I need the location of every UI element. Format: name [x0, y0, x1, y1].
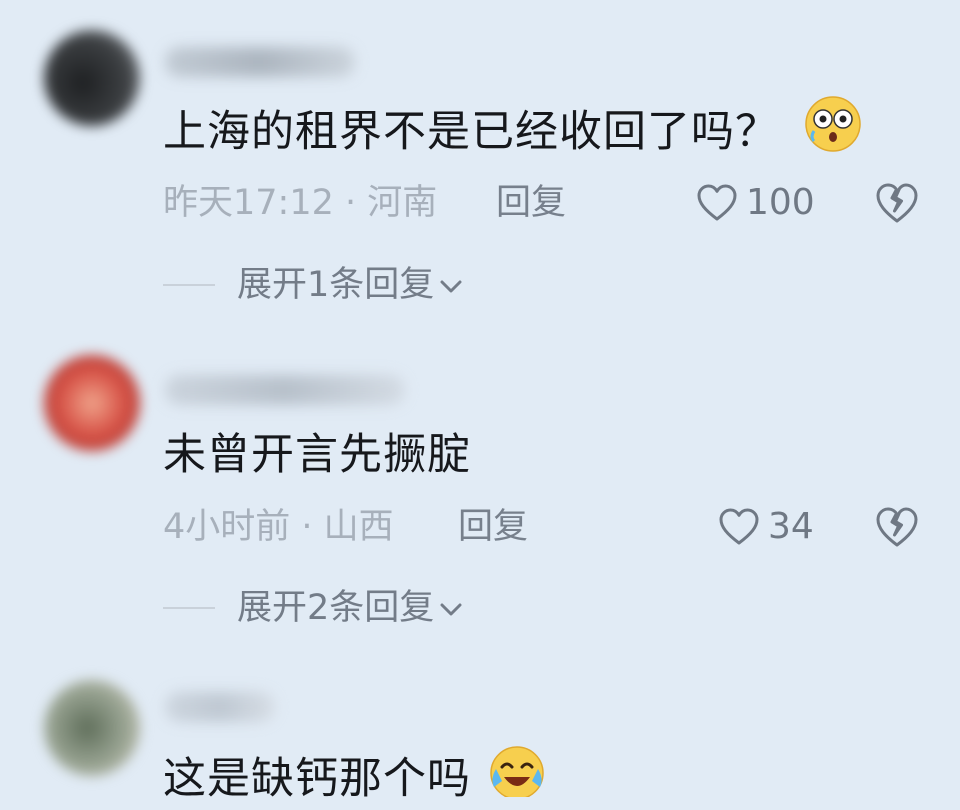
comment-text: 这是缺钙那个吗 [163, 746, 546, 810]
comment-text-content: 这是缺钙那个吗 [163, 754, 471, 804]
crying-laughing-emoji [488, 745, 546, 810]
avatar[interactable] [44, 680, 140, 776]
comment-item: 这是缺钙那个吗 [0, 0, 960, 804]
username-blurred[interactable] [165, 692, 275, 722]
